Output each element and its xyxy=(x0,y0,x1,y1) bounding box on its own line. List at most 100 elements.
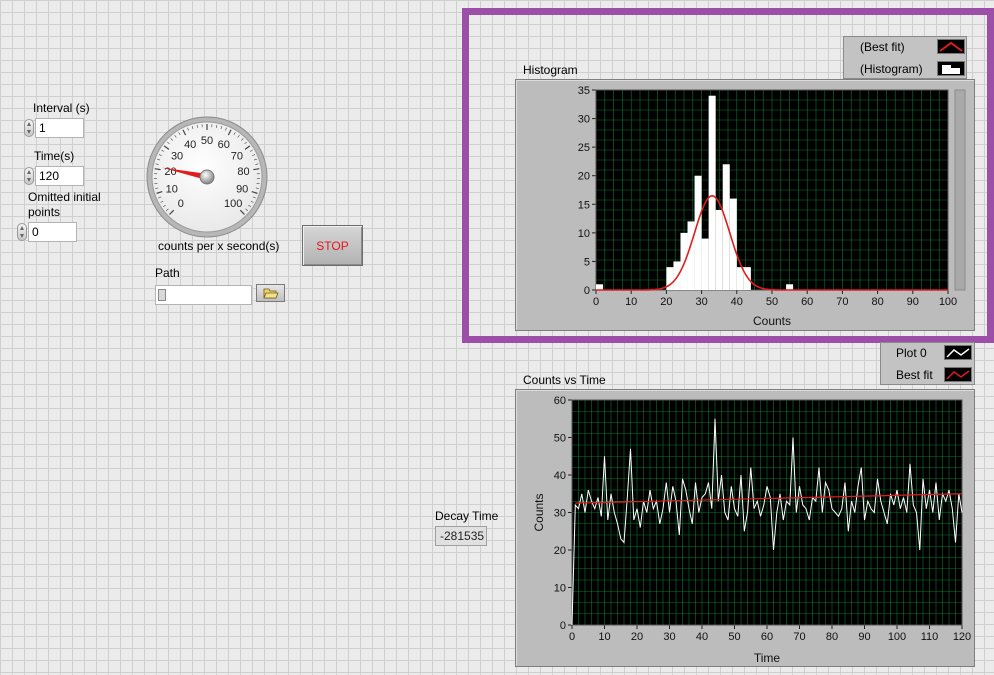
stop-button-label: STOP xyxy=(316,238,349,253)
counts-y-label: Counts xyxy=(532,493,546,531)
interval-input[interactable]: 1 xyxy=(35,118,84,138)
x-tick-label: 60 xyxy=(761,631,773,643)
histogram-bar xyxy=(701,238,709,290)
path-type-icon xyxy=(158,289,166,301)
histogram-bar xyxy=(708,95,716,290)
x-tick-label: 90 xyxy=(858,631,870,643)
y-tick-label: 10 xyxy=(578,228,590,240)
gauge-tick-label: 0 xyxy=(178,198,184,210)
decay-label: Decay Time xyxy=(435,509,499,523)
x-tick-label: 80 xyxy=(826,631,838,643)
y-tick-label: 30 xyxy=(554,508,566,520)
gauge-tick-label: 90 xyxy=(236,183,248,195)
path-input[interactable] xyxy=(155,285,252,305)
x-tick-label: 30 xyxy=(695,296,707,308)
folder-open-icon xyxy=(263,288,279,299)
legend-best-fit-label: (Best fit) xyxy=(860,40,905,54)
x-tick-label: 30 xyxy=(663,631,675,643)
x-tick-label: 20 xyxy=(660,296,672,308)
y-tick-label: 30 xyxy=(578,114,590,126)
histogram-scroll-strip xyxy=(954,89,966,291)
decay-indicator: -281535 xyxy=(435,526,487,546)
histogram-bar xyxy=(596,284,604,290)
x-tick-label: 0 xyxy=(593,296,599,308)
y-tick-label: 10 xyxy=(554,583,566,595)
y-tick-label: 40 xyxy=(554,470,566,482)
legend-bestfit-label: Best fit xyxy=(896,368,933,382)
gauge-tick-label: 40 xyxy=(184,139,196,151)
histogram-bar xyxy=(687,221,695,290)
legend-plot0-label: Plot 0 xyxy=(896,346,927,360)
histogram-bar xyxy=(786,284,794,290)
histogram-legend[interactable]: (Best fit) (Histogram) xyxy=(843,36,967,79)
counts-gauge[interactable]: 010 20 3040 50 6070 80 90 100 xyxy=(145,115,270,240)
legend-bestfit-swatch xyxy=(944,367,972,382)
x-tick-label: 40 xyxy=(731,296,743,308)
x-tick-label: 120 xyxy=(953,631,971,643)
x-tick-label: 10 xyxy=(625,296,637,308)
histogram-title: Histogram xyxy=(523,63,578,77)
histogram-bar xyxy=(715,210,723,290)
histogram-plot[interactable]: 0 10 20 30 40 50 60 70 80 90 100 0 5 10 15 20 25 30 35 Coun… xyxy=(515,79,975,331)
y-tick-label: 0 xyxy=(584,285,590,297)
y-tick-label: 60 xyxy=(554,395,566,407)
interval-spinner[interactable] xyxy=(24,119,34,137)
stop-button[interactable]: STOP xyxy=(302,225,363,266)
gauge-tick-label: 20 xyxy=(164,166,176,178)
counts-x-label: Time xyxy=(754,651,781,665)
time-label: Time(s) xyxy=(34,149,75,163)
histogram-bar xyxy=(673,261,681,290)
y-tick-label: 35 xyxy=(578,85,590,97)
gauge-tick-label: 10 xyxy=(166,183,178,195)
x-tick-label: 40 xyxy=(696,631,708,643)
interval-label: Interval (s) xyxy=(33,101,90,115)
gauge-tick-label: 100 xyxy=(224,198,242,210)
legend-histogram-swatch xyxy=(937,61,965,76)
y-tick-label: 20 xyxy=(578,171,590,183)
legend-plot0-swatch xyxy=(944,345,972,360)
omitted-label-line1: Omitted initial xyxy=(28,190,101,204)
gauge-tick-label: 80 xyxy=(237,166,249,178)
histogram-x-label: Counts xyxy=(753,314,791,328)
y-tick-label: 15 xyxy=(578,199,590,211)
time-input[interactable]: 120 xyxy=(35,166,84,186)
path-label: Path xyxy=(155,266,180,280)
histogram-bar xyxy=(694,175,702,290)
x-tick-label: 80 xyxy=(871,296,883,308)
y-tick-label: 0 xyxy=(560,620,566,632)
y-tick-label: 20 xyxy=(554,545,566,557)
x-tick-label: 70 xyxy=(793,631,805,643)
gauge-tick-label: 30 xyxy=(171,150,183,162)
y-tick-label: 5 xyxy=(584,256,590,268)
gauge-tick-label: 50 xyxy=(201,135,213,147)
legend-best-fit-swatch xyxy=(937,39,965,54)
x-tick-label: 50 xyxy=(728,631,740,643)
x-tick-label: 10 xyxy=(598,631,610,643)
gauge-tick-label: 70 xyxy=(231,150,243,162)
counts-plot[interactable]: 0 10 20 30 40 50 60 70 80 90 100 110 120 0 10 20 30 40 50 6… xyxy=(515,389,975,667)
gauge-caption: counts per x second(s) xyxy=(158,239,280,253)
browse-button[interactable] xyxy=(256,284,285,302)
omitted-label-line2: points xyxy=(28,205,61,219)
x-tick-label: 50 xyxy=(766,296,778,308)
counts-title: Counts vs Time xyxy=(523,373,606,387)
x-tick-label: 110 xyxy=(921,631,939,643)
x-tick-label: 0 xyxy=(569,631,575,643)
x-tick-label: 60 xyxy=(801,296,813,308)
y-tick-label: 25 xyxy=(578,142,590,154)
x-tick-label: 100 xyxy=(888,631,906,643)
x-tick-label: 20 xyxy=(631,631,643,643)
legend-histogram-label: (Histogram) xyxy=(860,62,923,76)
y-tick-label: 50 xyxy=(554,433,566,445)
histogram-bar xyxy=(743,267,751,290)
gauge-tick-label: 60 xyxy=(218,139,230,151)
counts-legend[interactable]: Plot 0 Best fit xyxy=(880,342,975,385)
omitted-input[interactable]: 0 xyxy=(28,222,77,242)
gauge-hub xyxy=(199,169,215,185)
x-tick-label: 90 xyxy=(907,296,919,308)
time-spinner[interactable] xyxy=(24,167,34,185)
histogram-bar xyxy=(680,232,688,290)
omitted-spinner[interactable] xyxy=(17,223,27,241)
x-tick-label: 100 xyxy=(939,296,957,308)
x-tick-label: 70 xyxy=(836,296,848,308)
